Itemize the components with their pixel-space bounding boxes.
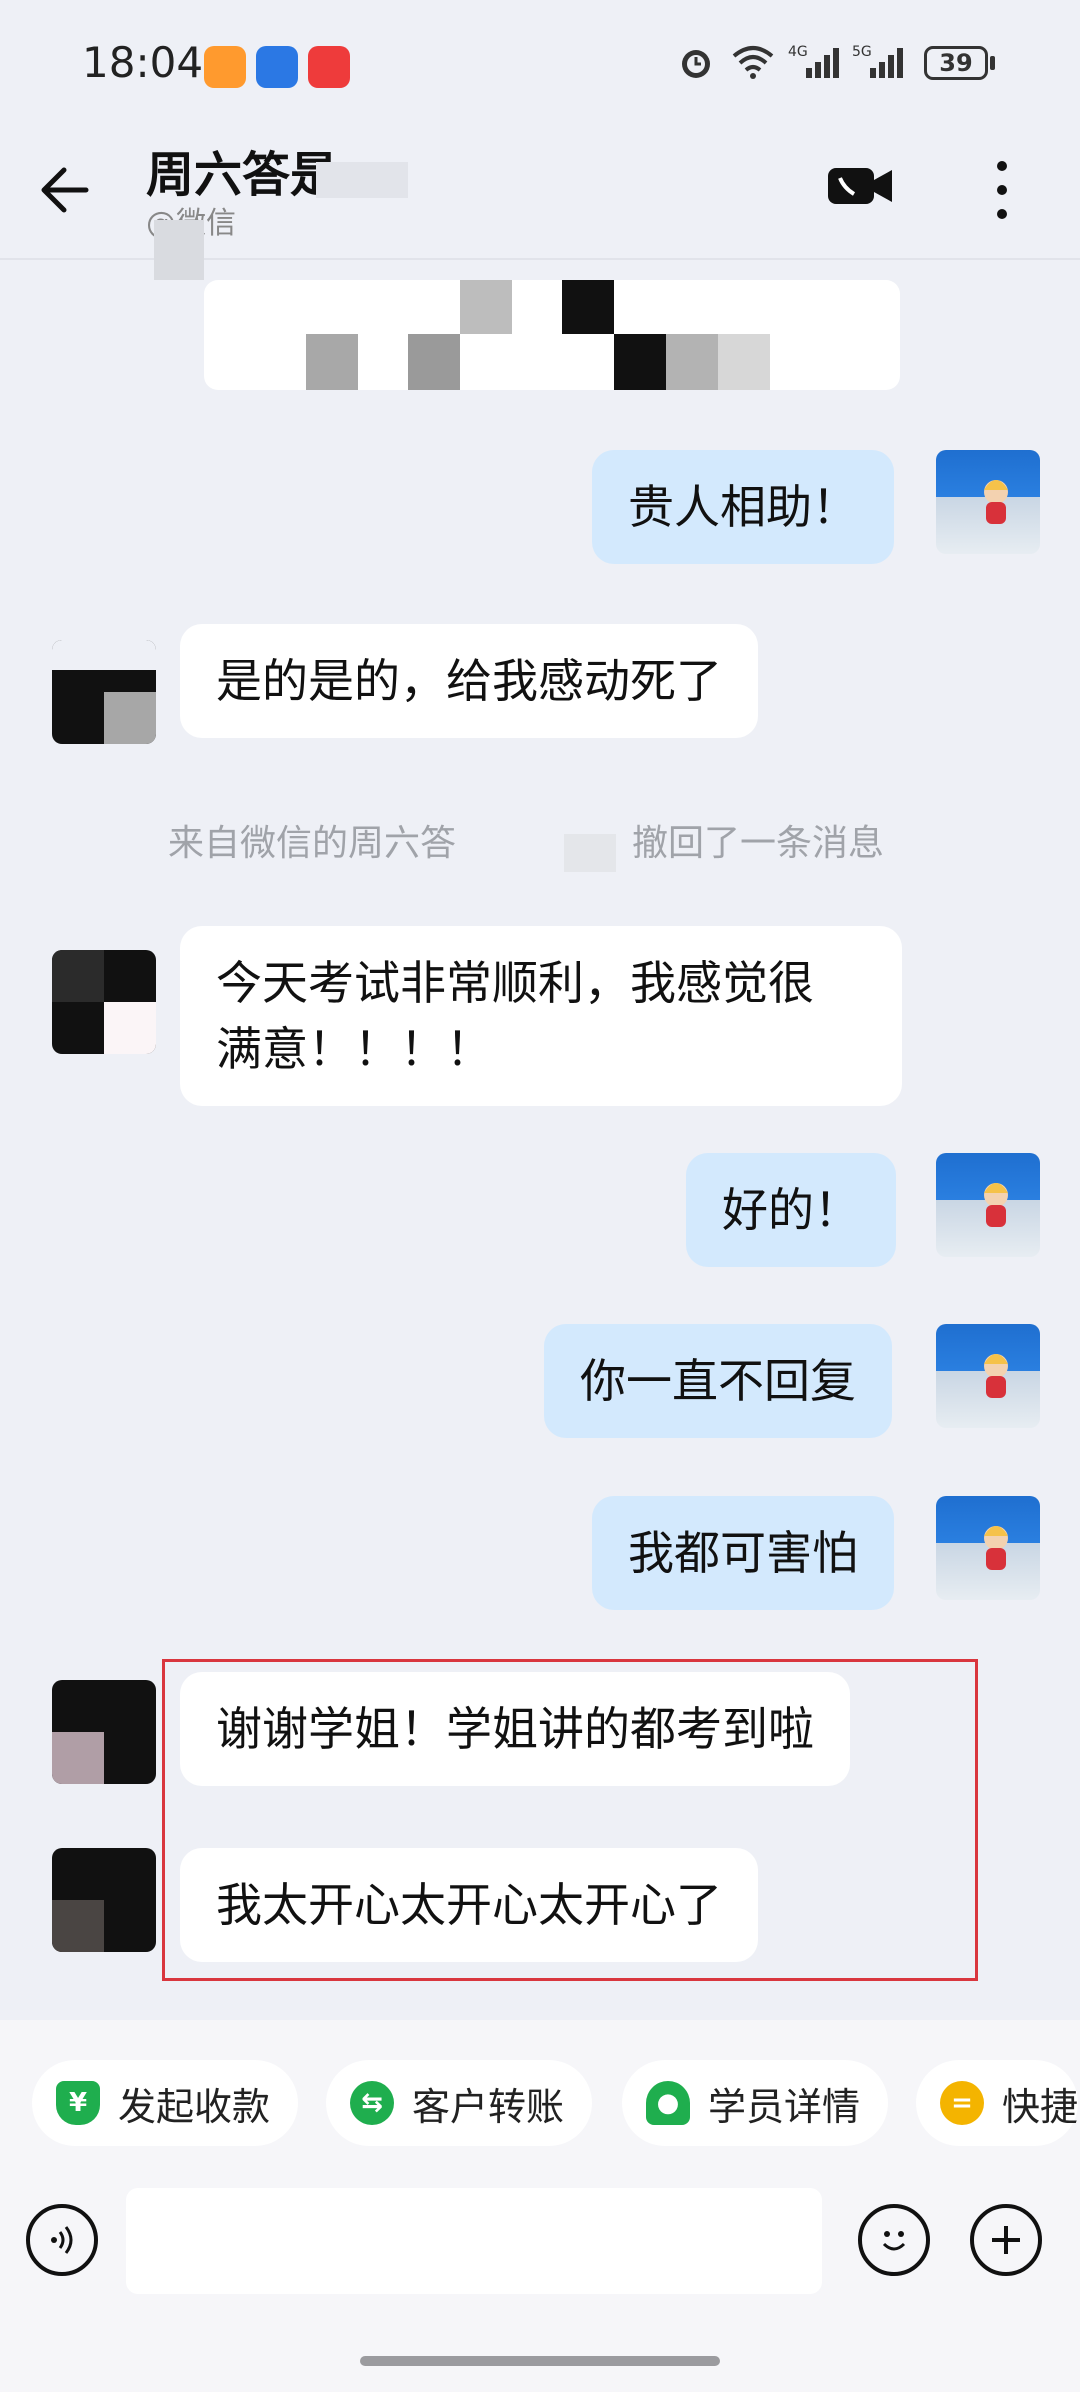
- chip-label: 快捷: [1002, 2084, 1079, 2129]
- message-bubble-in[interactable]: 是的是的，给我感动死了: [180, 624, 758, 738]
- person-icon: ●: [646, 2081, 690, 2125]
- add-icon[interactable]: [970, 2204, 1042, 2276]
- contact-avatar[interactable]: [52, 1680, 156, 1784]
- recall-notice-left: 来自微信的周六答: [168, 823, 457, 864]
- chip-label: 客户转账: [412, 2084, 565, 2129]
- contact-avatar[interactable]: [52, 950, 156, 1054]
- message-line: 满意！！！！: [216, 1022, 492, 1076]
- quick-reply-chip[interactable]: = 快捷: [916, 2060, 1079, 2146]
- voice-input-icon[interactable]: [26, 2204, 98, 2276]
- my-avatar[interactable]: [936, 450, 1040, 554]
- my-avatar[interactable]: [936, 1496, 1040, 1600]
- pixelated-message: [0, 0, 1080, 400]
- chip-label: 学员详情: [708, 2084, 861, 2129]
- collect-payment-chip[interactable]: ¥ 发起收款: [32, 2060, 299, 2146]
- shield-icon: ¥: [56, 2081, 100, 2125]
- message-bubble-in[interactable]: 今天考试非常顺利，我感觉很 满意！！！！: [180, 926, 902, 1106]
- my-avatar[interactable]: [936, 1324, 1040, 1428]
- message-icon: =: [940, 2081, 984, 2125]
- message-line: 今天考试非常顺利，我感觉很: [216, 956, 814, 1010]
- contact-avatar[interactable]: [52, 1848, 156, 1952]
- contact-avatar[interactable]: [52, 640, 156, 744]
- message-bubble-out[interactable]: 好的！: [686, 1153, 896, 1267]
- student-details-chip[interactable]: ● 学员详情: [622, 2060, 889, 2146]
- home-indicator: [360, 2356, 720, 2366]
- recall-notice-right: 撤回了一条消息: [632, 823, 885, 864]
- recall-mosaic-block: [564, 834, 616, 872]
- emoji-icon[interactable]: [858, 2204, 930, 2276]
- message-bubble-out[interactable]: 你一直不回复: [544, 1324, 892, 1438]
- message-bubble-out[interactable]: 贵人相助！: [592, 450, 894, 564]
- transfer-icon: ⇆: [350, 2081, 394, 2125]
- customer-transfer-chip[interactable]: ⇆ 客户转账: [326, 2060, 593, 2146]
- highlight-box: [162, 1659, 978, 1981]
- chip-label: 发起收款: [118, 2084, 271, 2129]
- message-input[interactable]: [126, 2188, 822, 2294]
- my-avatar[interactable]: [936, 1153, 1040, 1257]
- message-bubble-out[interactable]: 我都可害怕: [592, 1496, 894, 1610]
